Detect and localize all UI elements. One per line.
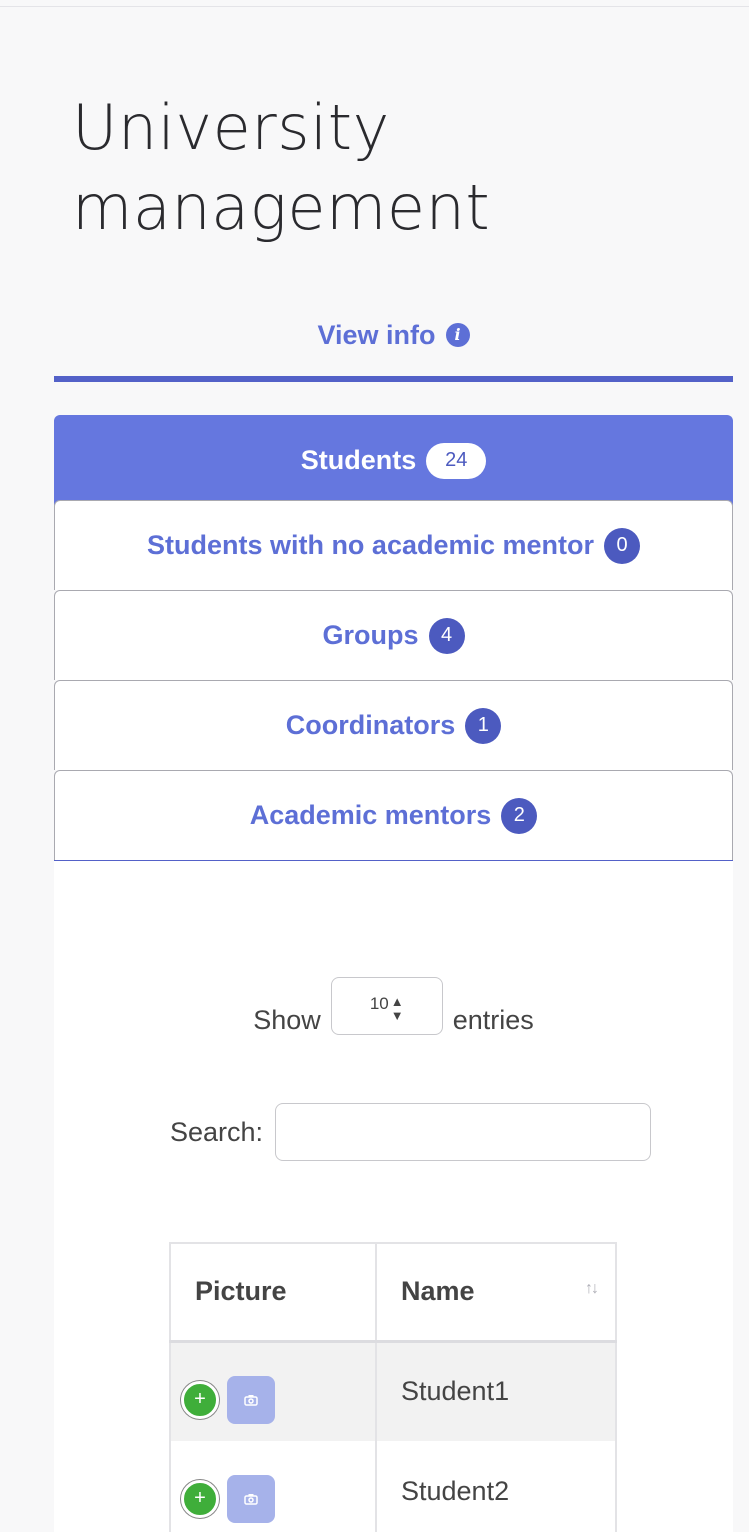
search-label: Search: xyxy=(170,1116,264,1147)
tab-coordinators[interactable]: Coordinators 1 xyxy=(54,680,733,770)
students-table: Picture Name ↑↓ + Student1 + Student2 xyxy=(169,1242,617,1532)
show-label: Show xyxy=(253,1004,321,1035)
entries-label: entries xyxy=(452,1004,534,1035)
search-control: Search: xyxy=(170,1103,652,1161)
view-info-underline xyxy=(54,376,733,382)
column-header-name-label: Name xyxy=(401,1276,475,1307)
entries-select[interactable]: 10 ▲ ▼ xyxy=(330,977,443,1035)
table-header-row: Picture Name ↑↓ xyxy=(169,1242,617,1343)
tab-students[interactable]: Students 24 xyxy=(54,415,733,505)
camera-icon[interactable] xyxy=(227,1475,275,1523)
tab-label: Coordinators xyxy=(285,710,456,740)
tab-label: Academic mentors xyxy=(249,800,492,830)
entries-length-control: Show 10 ▲ ▼ entries xyxy=(54,976,733,1036)
name-cell: Student2 xyxy=(375,1441,617,1532)
count-badge: 2 xyxy=(501,797,538,834)
count-badge: 4 xyxy=(428,617,465,654)
picture-cell: + xyxy=(169,1441,377,1532)
search-input[interactable] xyxy=(275,1103,652,1161)
view-info-label: View info xyxy=(317,319,436,350)
column-header-name[interactable]: Name ↑↓ xyxy=(375,1242,617,1343)
tab-label: Groups xyxy=(322,620,419,650)
view-info-link[interactable]: View info i xyxy=(54,312,733,358)
count-badge: 0 xyxy=(604,527,641,564)
table-row: + Student1 xyxy=(169,1341,617,1441)
select-arrows-icon: ▲ ▼ xyxy=(390,994,404,1023)
name-cell: Student1 xyxy=(375,1341,617,1441)
plus-icon[interactable]: + xyxy=(181,1480,219,1518)
tab-academic-mentors[interactable]: Academic mentors 2 xyxy=(54,770,733,860)
count-badge: 24 xyxy=(426,442,487,479)
column-header-picture[interactable]: Picture xyxy=(169,1242,377,1343)
tab-groups[interactable]: Groups 4 xyxy=(54,590,733,680)
page-title: University management xyxy=(72,91,491,244)
picture-cell: + xyxy=(169,1341,377,1441)
sort-icon: ↑↓ xyxy=(585,1280,599,1297)
entries-value: 10 xyxy=(369,994,389,1013)
info-icon: i xyxy=(445,323,470,347)
tab-label: Students xyxy=(300,445,417,475)
tab-students-no-mentor[interactable]: Students with no academic mentor 0 xyxy=(54,500,733,590)
top-divider xyxy=(0,6,749,7)
plus-icon[interactable]: + xyxy=(181,1380,219,1419)
camera-icon[interactable] xyxy=(227,1375,275,1424)
tab-label: Students with no academic mentor xyxy=(146,530,595,560)
table-row: + Student2 xyxy=(169,1441,617,1532)
count-badge: 1 xyxy=(465,707,502,744)
